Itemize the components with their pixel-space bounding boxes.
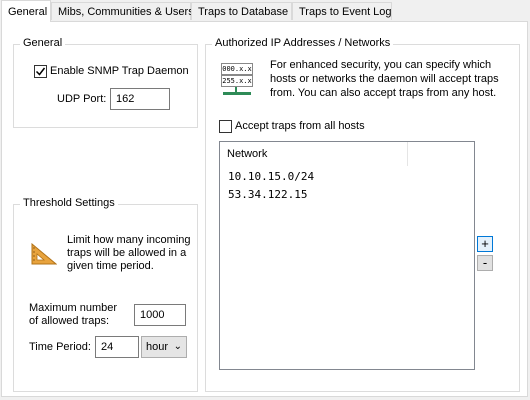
list-item[interactable]: 53.34.122.15 bbox=[228, 188, 307, 201]
time-period-value: 24 bbox=[101, 341, 114, 353]
udp-port-label: UDP Port: bbox=[57, 93, 107, 105]
chevron-down-icon: ⌄ bbox=[173, 341, 182, 352]
threshold-settings-title: Threshold Settings bbox=[20, 197, 118, 209]
max-traps-label: Maximum number of allowed traps: bbox=[29, 302, 118, 327]
ip-icon-line-2: 255.x.x bbox=[221, 75, 253, 87]
ip-address-icon: 000.x.x 255.x.x bbox=[221, 63, 255, 97]
general-group-title: General bbox=[20, 37, 66, 49]
accept-all-hosts-checkbox[interactable] bbox=[219, 120, 232, 133]
accept-all-hosts-label: Accept traps from all hosts bbox=[235, 120, 365, 132]
list-item[interactable]: 10.10.15.0/24 bbox=[228, 170, 314, 183]
minus-icon: - bbox=[482, 255, 488, 270]
threshold-settings-group: Threshold Settings bbox=[13, 197, 198, 392]
udp-port-input[interactable]: 162 bbox=[110, 88, 170, 110]
plus-icon: + bbox=[481, 236, 489, 251]
authorized-ip-title: Authorized IP Addresses / Networks bbox=[212, 37, 394, 49]
tab-general[interactable]: General bbox=[1, 0, 51, 22]
network-column-header[interactable]: Network bbox=[220, 142, 408, 166]
udp-port-value: 162 bbox=[116, 93, 135, 105]
tab-panel-general: General Enable SNMP Trap Daemon UDP Port… bbox=[1, 21, 528, 397]
time-period-unit-value: hour bbox=[146, 341, 169, 353]
tab-traps-to-database[interactable]: Traps to Database bbox=[191, 2, 292, 20]
time-period-label: Time Period: bbox=[29, 341, 91, 353]
max-traps-value: 1000 bbox=[140, 309, 165, 321]
authorized-description: For enhanced security, you can specify w… bbox=[270, 59, 499, 99]
network-entry: 10.10.15.0/24 bbox=[228, 170, 315, 183]
tab-general-label: General bbox=[8, 6, 48, 18]
network-column-label: Network bbox=[227, 148, 268, 160]
checkmark-icon bbox=[35, 67, 46, 76]
set-square-ruler-icon bbox=[31, 243, 57, 265]
tab-mibs-label: Mibs, Communities & Users bbox=[58, 6, 194, 18]
tab-traps-db-label: Traps to Database bbox=[198, 6, 289, 18]
network-entry: 53.34.122.15 bbox=[228, 188, 308, 201]
tab-mibs-communities-users[interactable]: Mibs, Communities & Users bbox=[51, 2, 194, 20]
max-traps-input[interactable]: 1000 bbox=[134, 304, 186, 326]
time-period-input[interactable]: 24 bbox=[95, 336, 139, 358]
enable-snmp-trap-daemon-label: Enable SNMP Trap Daemon bbox=[50, 65, 189, 77]
ip-icon-line-1: 000.x.x bbox=[221, 63, 253, 75]
tab-traps-eventlog-label: Traps to Event Log bbox=[299, 6, 392, 18]
time-period-unit-select[interactable]: hour ⌄ bbox=[141, 336, 187, 358]
general-group: General bbox=[13, 37, 198, 128]
add-network-button[interactable]: + bbox=[477, 236, 493, 252]
tab-traps-to-event-log[interactable]: Traps to Event Log bbox=[292, 2, 392, 20]
threshold-description: Limit how many incoming traps will be al… bbox=[67, 234, 191, 272]
remove-network-button[interactable]: - bbox=[477, 255, 493, 271]
network-list[interactable]: Network 10.10.15.0/24 53.34.122.15 bbox=[219, 141, 475, 370]
enable-snmp-trap-daemon-checkbox[interactable] bbox=[34, 65, 47, 78]
